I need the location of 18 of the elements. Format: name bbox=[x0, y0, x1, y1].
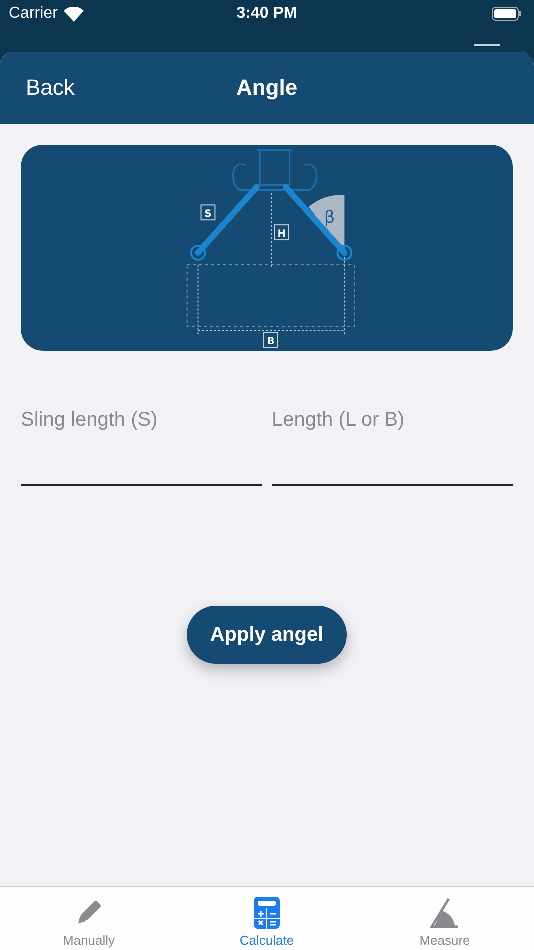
screen-title: Angle bbox=[235, 75, 299, 101]
tab[interactable]: Calculate bbox=[178, 887, 356, 950]
input-field[interactable]: Length (L or B) bbox=[272, 403, 513, 486]
apply-button[interactable]: Apply angel bbox=[187, 606, 347, 664]
calculator-icon bbox=[254, 897, 280, 929]
diagram-label: H bbox=[274, 224, 290, 241]
tab[interactable]: Measure bbox=[356, 887, 534, 950]
status-time: 3:40 PM bbox=[236, 5, 298, 23]
input-field[interactable]: Sling length (S) bbox=[21, 403, 262, 486]
back-button[interactable]: Back bbox=[26, 75, 75, 101]
diagram-label: S bbox=[200, 204, 216, 221]
diagram-label: B bbox=[264, 332, 278, 348]
diagram-label: β bbox=[324, 207, 336, 228]
tab[interactable]: Manually bbox=[0, 887, 178, 950]
wifi-icon bbox=[64, 6, 84, 22]
battery-icon bbox=[492, 7, 522, 21]
carrier-label: Carrier bbox=[9, 5, 58, 23]
angle-icon bbox=[429, 897, 461, 929]
